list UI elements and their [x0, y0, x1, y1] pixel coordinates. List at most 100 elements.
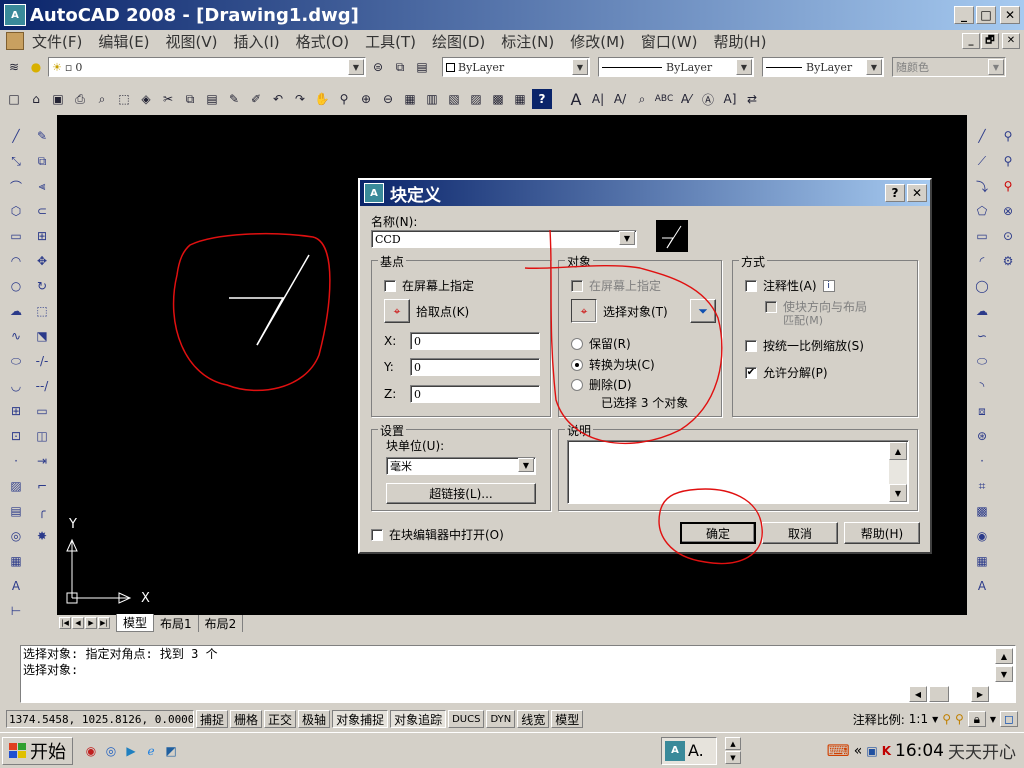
rotate-icon[interactable]: ↻ [32, 276, 52, 296]
hatch-icon[interactable]: ▨ [6, 476, 26, 496]
lock-icon[interactable]: 🔒︎ [967, 711, 986, 727]
dtext-icon[interactable]: A| [588, 89, 608, 109]
tab-layout1[interactable]: 布局1 [154, 614, 199, 632]
retain-option[interactable]: 保留(R) [571, 335, 631, 352]
cancel-button[interactable]: 取消 [762, 522, 838, 544]
block-editor-icon[interactable]: ✐ [246, 89, 266, 109]
scroll-up-icon[interactable]: ▲ [995, 648, 1013, 664]
convert-option[interactable]: 转换为块(C) [571, 356, 655, 373]
point-icon[interactable]: · [6, 451, 26, 471]
chevron-down-icon[interactable]: ▼ [990, 715, 996, 724]
markup-icon[interactable]: ▩ [488, 89, 508, 109]
z-input[interactable]: 0 [410, 385, 540, 403]
make-block-icon[interactable]: ⊡ [6, 426, 26, 446]
mtext-icon[interactable]: A [6, 576, 26, 596]
command-hscrollbar[interactable]: ◀ ▶ [909, 686, 989, 702]
maximize-button[interactable]: □ [976, 6, 996, 24]
arc-icon[interactable]: ◠ [6, 251, 26, 271]
base-specify-on-screen[interactable]: 在屏幕上指定 [384, 277, 474, 294]
block-name-combo[interactable]: CCD ▼ [371, 230, 637, 248]
construction-line-icon[interactable]: ⟋ [972, 151, 992, 171]
arc-icon[interactable]: ◜ [972, 251, 992, 271]
chamfer-icon[interactable]: ⌐ [32, 476, 52, 496]
show-desktop-icon[interactable]: ◩ [161, 741, 181, 761]
snap-settings-icon[interactable]: ⚙ [998, 251, 1018, 271]
mtext-icon[interactable]: A [972, 576, 992, 596]
table-icon[interactable]: ▦ [972, 551, 992, 571]
base-specify-checkbox[interactable] [384, 279, 396, 292]
menu-format[interactable]: 格式(O) [296, 31, 350, 52]
scale-icon[interactable]: ⬚ [32, 301, 52, 321]
copy-icon[interactable]: ⧉ [180, 89, 200, 109]
construction-line-icon[interactable]: ⤡ [6, 151, 26, 171]
text-icon[interactable]: A [566, 89, 586, 109]
ellipse-arc-icon[interactable]: ◡ [6, 376, 26, 396]
antivirus-icon[interactable]: K [882, 744, 891, 758]
doc-minimize-button[interactable]: _ [962, 33, 980, 49]
scroll-thumb[interactable] [929, 686, 949, 702]
chevron-down-icon[interactable]: ▼ [866, 59, 882, 75]
start-button[interactable]: 开始 [2, 736, 73, 765]
dialog-close-button[interactable]: ✕ [907, 184, 927, 202]
input-method-icon[interactable]: ⌨ [827, 741, 850, 760]
menu-window[interactable]: 窗口(W) [641, 31, 698, 52]
insert-block-icon[interactable]: ⧈ [972, 401, 992, 421]
gradient-icon[interactable]: ▩ [972, 501, 992, 521]
copy-object-icon[interactable]: ⧉ [32, 151, 52, 171]
scroll-up-icon[interactable]: ▲ [889, 442, 907, 460]
snap-endpoint-icon[interactable]: ⚲ [998, 126, 1018, 146]
table-icon[interactable]: ▦ [6, 551, 26, 571]
revision-cloud-icon[interactable]: ☁ [6, 301, 26, 321]
region-icon[interactable]: ◉ [972, 526, 992, 546]
chevron-down-icon[interactable]: ▼ [988, 59, 1004, 75]
save-icon[interactable]: ▣ [48, 89, 68, 109]
cut-icon[interactable]: ✂ [158, 89, 178, 109]
convert-radio[interactable] [571, 358, 583, 371]
menu-edit[interactable]: 编辑(E) [98, 31, 149, 52]
menu-modify[interactable]: 修改(M) [570, 31, 625, 52]
menu-tools[interactable]: 工具(T) [365, 31, 416, 52]
ellipse-icon[interactable]: ⬭ [972, 351, 992, 371]
dyn-toggle[interactable]: DYN [486, 710, 516, 728]
make-current-icon[interactable]: ⊜ [368, 57, 388, 77]
scroll-up-icon[interactable]: ▲ [725, 737, 741, 750]
media-player-icon[interactable]: ◉ [81, 741, 101, 761]
allow-exploding-checkbox[interactable]: ✔ [745, 366, 757, 379]
dialog-help-button[interactable]: ? [885, 184, 905, 202]
internet-explorer-icon[interactable]: ℯ [141, 741, 161, 761]
delete-radio[interactable] [571, 378, 583, 391]
design-center-icon[interactable]: ▥ [422, 89, 442, 109]
tab-last-icon[interactable]: ▶| [98, 617, 110, 629]
make-block-icon[interactable]: ⊛ [972, 426, 992, 446]
otrack-toggle[interactable]: 对象追踪 [390, 710, 447, 728]
calculator-icon[interactable]: ▦ [510, 89, 530, 109]
spline-icon[interactable]: ∿ [6, 326, 26, 346]
move-icon[interactable]: ✥ [32, 251, 52, 271]
play-icon[interactable]: ▶ [121, 741, 141, 761]
network-icon[interactable]: ▣ [866, 744, 877, 758]
pick-point-button[interactable]: ⌖ [384, 299, 410, 323]
fillet-icon[interactable]: ╭ [32, 501, 52, 521]
snap-center-icon[interactable]: ⊙ [998, 226, 1018, 246]
tab-next-icon[interactable]: ▶ [85, 617, 97, 629]
tab-first-icon[interactable]: |◀ [59, 617, 71, 629]
tab-model[interactable]: 模型 [116, 614, 155, 632]
command-window[interactable]: 选择对象: 指定对角点: 找到 3 个 选择对象: ▲ ▼ ◀ ▶ [20, 645, 1016, 703]
break-at-point-icon[interactable]: ▭ [32, 401, 52, 421]
help-button[interactable]: 帮助(H) [844, 522, 920, 544]
polygon-icon[interactable]: ⬠ [972, 201, 992, 221]
chevron-down-icon[interactable]: ▼ [572, 59, 588, 75]
insert-block-icon[interactable]: ⊞ [6, 401, 26, 421]
chevron-down-icon[interactable]: ▼ [619, 231, 635, 245]
layer-manager-icon[interactable]: ≋ [4, 57, 24, 77]
chevron-down-icon[interactable]: ▼ [736, 59, 752, 75]
doc-restore-button[interactable]: 🗗 [981, 33, 999, 49]
sheet-set-icon[interactable]: ▨ [466, 89, 486, 109]
region-icon[interactable]: ◎ [6, 526, 26, 546]
open-icon[interactable]: ⌂ [26, 89, 46, 109]
extend-icon[interactable]: --/ [32, 376, 52, 396]
ok-button[interactable]: 确定 [680, 522, 756, 544]
scale-text-icon[interactable]: Ⓐ [698, 89, 718, 109]
description-scrollbar[interactable]: ▲ ▼ [889, 442, 907, 502]
dimension-icon[interactable]: ⊢ [6, 601, 26, 621]
